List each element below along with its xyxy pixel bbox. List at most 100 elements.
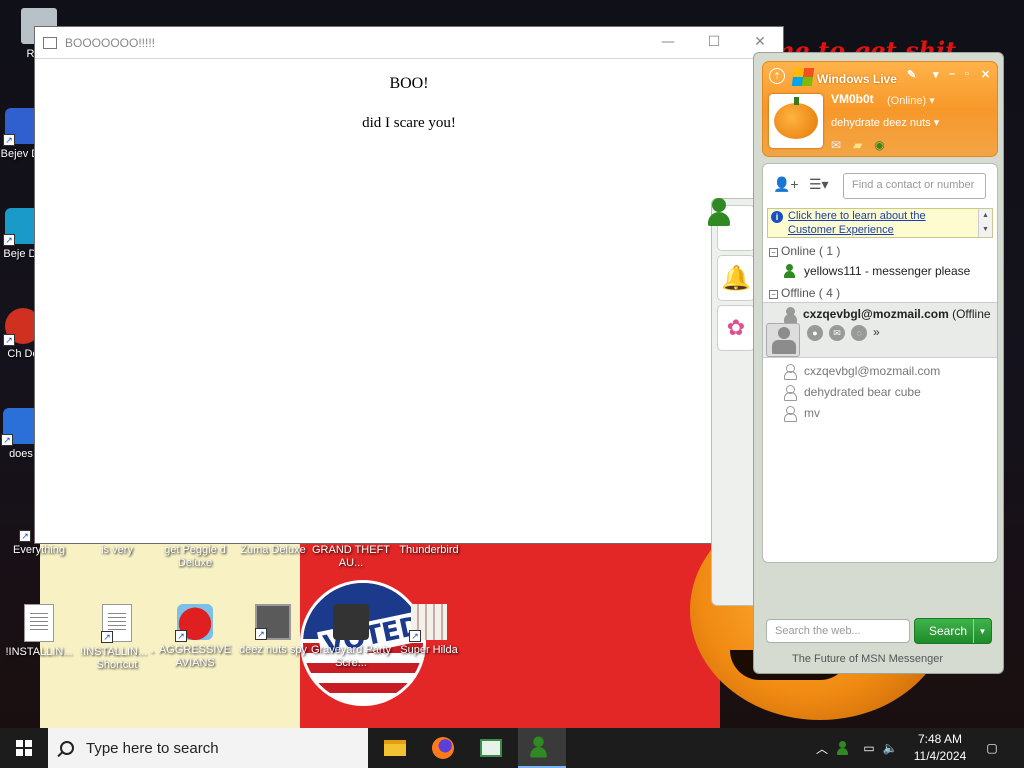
desktop-icon-installin[interactable]: !INSTALLIN... xyxy=(0,604,80,659)
selected-contact[interactable]: cxzqevbgl@mozmail.com (Offline ● ✉ ◌ » xyxy=(763,302,997,358)
desktop-icon-label: Thunderbird xyxy=(399,544,459,556)
search-icon xyxy=(60,741,74,755)
page-heading: BOO! xyxy=(389,75,429,92)
offline-status-icon xyxy=(783,406,797,422)
desktop-icon-deez-nuts-spy[interactable]: ↗ deez nuts spy xyxy=(232,604,314,657)
start-button[interactable] xyxy=(0,728,48,768)
taskbar-messenger[interactable] xyxy=(518,728,566,768)
online-status-icon xyxy=(783,264,796,278)
super-hilda-icon: ↗ xyxy=(409,604,447,642)
desktop-icon-label: Super Hilda xyxy=(400,644,458,656)
paint-icon[interactable]: ✎ xyxy=(907,68,916,81)
status-selector[interactable]: (Online) ▾ xyxy=(887,94,935,107)
graveyard-party-icon xyxy=(333,604,369,640)
avatar[interactable] xyxy=(769,94,823,148)
personal-message[interactable]: dehydrate deez nuts ▾ xyxy=(831,116,939,129)
tab-contacts[interactable] xyxy=(708,198,755,251)
clock[interactable]: 7:48 AM 11/4/2024 xyxy=(900,731,980,765)
desktop-icon-label: AGGRESSIVE AVIANS xyxy=(158,644,232,669)
messenger-header: ⇡ Windows Live ✎ ▾ – ▫ ✕ VM0b0t (Online)… xyxy=(762,61,998,157)
mail-icon[interactable]: ✉ xyxy=(831,138,841,152)
add-contact-icon[interactable]: 👤+ xyxy=(773,176,799,193)
desktop-icon-installin-shortcut[interactable]: ↗ !INSTALLIN... - Shortcut xyxy=(76,604,158,672)
chevron-down-icon[interactable]: ▾ xyxy=(933,68,939,81)
windows-flag-icon xyxy=(791,68,815,86)
info-icon: i xyxy=(771,211,783,223)
banner-scroll[interactable]: ▲ ▼ xyxy=(978,209,992,237)
profile-icon[interactable]: ● xyxy=(807,325,823,341)
contact-name: dehydrated bear cube xyxy=(804,385,921,399)
group-offline[interactable]: − Offline ( 4 ) xyxy=(769,286,840,300)
firefox-icon xyxy=(432,737,454,759)
contact-list-panel: 👤+ ☰▾ Find a contact or number i Click h… xyxy=(762,163,998,563)
volume-icon[interactable]: 🔈 xyxy=(880,728,900,768)
clock-time: 7:48 AM xyxy=(917,732,963,746)
folder-icon xyxy=(384,740,406,756)
search-button[interactable]: Search ▼ xyxy=(914,618,992,644)
tab-spaces[interactable]: ✿ xyxy=(717,305,755,351)
menu-button[interactable]: ⇡ xyxy=(769,68,785,84)
contact-name: yellows111 - messenger please xyxy=(804,264,971,278)
more-icon[interactable]: » xyxy=(873,325,880,341)
windows-logo-icon xyxy=(16,740,32,756)
chat-icon[interactable]: ◌ xyxy=(851,325,867,341)
messenger-footer: The Future of MSN Messenger xyxy=(792,653,944,665)
group-online[interactable]: − Online ( 1 ) xyxy=(769,244,840,258)
spaces-icon: ✿ xyxy=(726,315,746,341)
personal-message-text: dehydrate deez nuts xyxy=(831,117,931,129)
email-icon[interactable]: ✉ xyxy=(829,325,845,341)
taskbar-firefox[interactable] xyxy=(419,728,467,768)
group-label: Offline ( 4 ) xyxy=(781,286,841,300)
display-name[interactable]: VM0b0t xyxy=(831,92,874,106)
web-search-input[interactable]: Search the web... xyxy=(766,619,910,643)
maximize-button[interactable]: ☐ xyxy=(691,27,737,57)
boo-window: BOOOOOOO!!!!! — ☐ ✕ BOO! did I scare you… xyxy=(34,26,784,544)
taskbar-app[interactable] xyxy=(467,728,515,768)
tab-alerts[interactable]: 🔔 xyxy=(717,255,755,301)
desktop-icon-label: get Peggle d Deluxe xyxy=(164,544,226,569)
bell-icon: 🔔 xyxy=(721,264,751,292)
chevron-down-icon[interactable]: ▼ xyxy=(973,619,991,643)
messenger-title: Windows Live xyxy=(817,72,897,86)
find-contact-input[interactable]: Find a contact or number xyxy=(843,173,986,199)
contact-offline[interactable]: dehydrated bear cube xyxy=(783,385,921,401)
desktop-icon-aggressive-avians[interactable]: ↗ AGGRESSIVE AVIANS xyxy=(154,604,236,670)
messenger-window: ⇡ Windows Live ✎ ▾ – ▫ ✕ VM0b0t (Online)… xyxy=(753,52,1004,674)
list-view-icon[interactable]: ☰▾ xyxy=(809,176,829,193)
messenger-side-tabs: 🔔 ✿ xyxy=(708,198,759,606)
contact-toolbar: 👤+ ☰▾ Find a contact or number xyxy=(763,164,997,206)
header-icons: ✉ ▰ ◉ xyxy=(831,138,885,152)
taskbar-search[interactable]: Type here to search xyxy=(48,728,368,768)
minimize-button[interactable]: — xyxy=(645,27,691,57)
group-label: Online ( 1 ) xyxy=(781,244,841,258)
notifications-icon[interactable]: ▢ xyxy=(978,728,1006,768)
tray-overflow-icon[interactable]: ︿ xyxy=(812,728,832,768)
maximize-button[interactable]: ▫ xyxy=(965,68,969,80)
desktop-icon-graveyard-party[interactable]: Graveyard Party Scre... xyxy=(310,604,392,670)
close-button[interactable]: ✕ xyxy=(981,68,990,81)
tray-messenger-icon[interactable] xyxy=(836,728,856,768)
search-button-label: Search xyxy=(929,624,968,638)
window-app-icon xyxy=(480,739,502,757)
network-icon[interactable]: ▭ xyxy=(858,728,880,768)
contact-offline[interactable]: mv xyxy=(783,406,820,422)
minimize-button[interactable]: – xyxy=(949,68,955,80)
window-icon xyxy=(43,36,57,49)
page-paragraph: did I scare you! xyxy=(362,115,456,131)
taskbar-file-explorer[interactable] xyxy=(371,728,419,768)
taskbar: Type here to search ︿ ▭ 🔈 7:48 AM 11/4/2… xyxy=(0,728,1024,768)
default-avatar-icon xyxy=(771,327,797,355)
banner-link[interactable]: Click here to learn about the Customer E… xyxy=(788,210,926,236)
customer-experience-banner[interactable]: i Click here to learn about the Customer… xyxy=(767,208,993,238)
clock-date: 11/4/2024 xyxy=(913,749,967,763)
folder-icon[interactable]: ▰ xyxy=(853,138,862,152)
window-title: BOOOOOOO!!!!! xyxy=(65,35,156,50)
globe-icon[interactable]: ◉ xyxy=(874,138,884,152)
contact-online[interactable]: yellows111 - messenger please xyxy=(783,264,970,278)
desktop-icon-label: is very xyxy=(101,544,133,556)
document-icon xyxy=(24,604,54,642)
desktop-icon-super-hilda[interactable]: ↗ Super Hilda xyxy=(388,604,470,657)
contact-offline[interactable]: cxzqevbgl@mozmail.com xyxy=(783,364,940,380)
offline-status-icon xyxy=(783,307,797,323)
taskbar-search-placeholder: Type here to search xyxy=(86,739,219,757)
